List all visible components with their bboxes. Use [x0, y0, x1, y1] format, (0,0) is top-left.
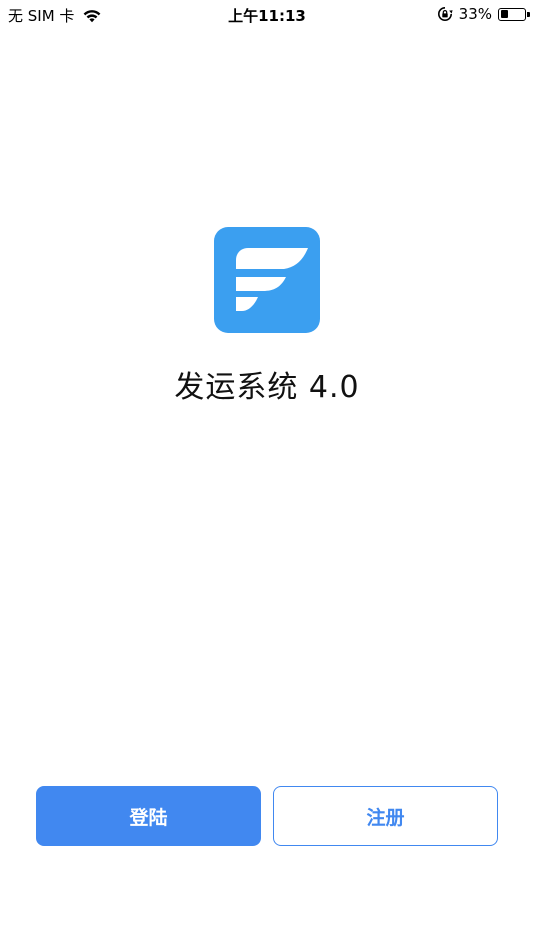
app-logo-icon	[214, 227, 320, 333]
status-bar: 无 SIM 卡 上午11:13 33%	[0, 0, 534, 28]
login-screen: 无 SIM 卡 上午11:13 33% 发运系统 4.0 登陆 注册	[0, 0, 534, 950]
register-button[interactable]: 注册	[273, 786, 498, 846]
battery-level-fill	[500, 10, 508, 18]
login-button[interactable]: 登陆	[36, 786, 261, 846]
lock-rotation-icon	[437, 7, 453, 21]
status-bar-right: 33%	[437, 5, 530, 23]
app-title: 发运系统 4.0	[174, 370, 360, 405]
battery-nub	[527, 11, 530, 17]
battery-icon	[498, 7, 530, 21]
app-logo-glyph	[236, 248, 308, 311]
battery-percent: 33%	[458, 5, 492, 23]
